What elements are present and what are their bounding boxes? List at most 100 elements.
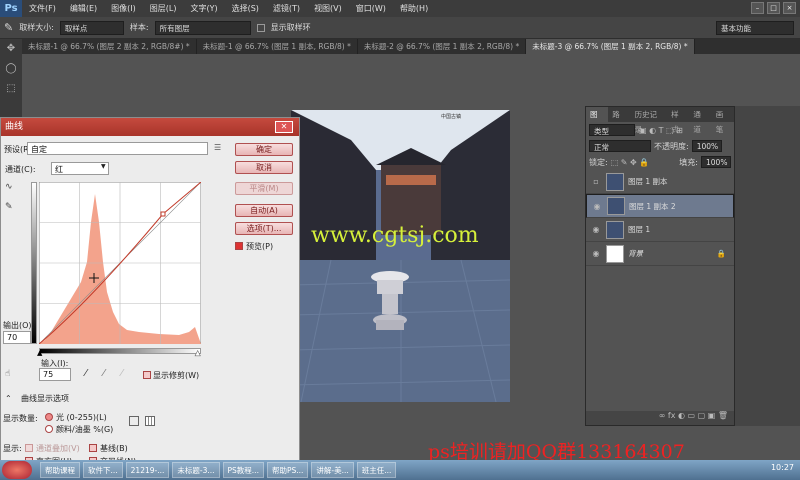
menu-filter[interactable]: 滤镜(T) — [266, 0, 307, 17]
output-field[interactable]: 70 — [3, 331, 31, 344]
preset-select[interactable]: 自定 — [27, 142, 208, 155]
taskbar-item[interactable]: 讲解-美... — [311, 462, 354, 478]
eye-icon[interactable]: ◉ — [590, 249, 602, 258]
tab-brushes[interactable]: 画笔 — [712, 107, 734, 134]
curve-point-tool-icon[interactable]: ∿ — [5, 182, 13, 192]
menu-help[interactable]: 帮助(H) — [393, 0, 435, 17]
layer-kind-select[interactable]: 类型 — [589, 124, 635, 136]
eyedropper-tool-icon[interactable]: ✎ — [4, 21, 13, 34]
input-field[interactable]: 75 — [39, 368, 71, 381]
grid-4x4-icon[interactable] — [129, 416, 139, 426]
menu-bar: Ps 文件(F) 编辑(E) 图像(I) 图层(L) 文字(Y) 选择(S) 滤… — [0, 0, 800, 17]
show-ring-label: 显示取样环 — [270, 23, 311, 32]
channel-overlay-label: 通道叠加(V) — [36, 444, 80, 453]
tab-history[interactable]: 历史记录 — [631, 107, 668, 134]
blend-mode-select[interactable]: 正常 — [589, 140, 651, 152]
tab-channels[interactable]: 通道 — [689, 107, 711, 134]
visibility-off-icon[interactable]: ▫ — [590, 177, 602, 186]
show-ring-checkbox[interactable] — [256, 23, 265, 32]
layer-thumbnail — [606, 220, 624, 239]
minimize-button[interactable]: – — [751, 2, 764, 14]
expand-chevron-icon[interactable]: ⌃ — [5, 394, 12, 403]
taskbar-item[interactable]: 班主任... — [356, 462, 397, 478]
gray-eyedropper-icon[interactable]: ⁄ — [103, 368, 105, 379]
sample-select[interactable]: 所有图层 — [154, 20, 251, 35]
cancel-button[interactable]: 取消 — [235, 161, 293, 174]
taskbar-item[interactable]: 帮助PS... — [266, 462, 309, 478]
curve-point[interactable] — [160, 211, 166, 217]
opacity-field[interactable]: 100% — [691, 140, 722, 152]
grid-10x10-icon[interactable] — [145, 416, 155, 426]
light-radio[interactable] — [45, 413, 53, 421]
taskbar-item[interactable]: 未标题-3... — [172, 462, 220, 478]
preset-options-icon[interactable]: ☰ — [214, 143, 221, 152]
white-eyedropper-icon[interactable]: ⁄ — [121, 368, 123, 379]
curves-graph[interactable] — [39, 182, 201, 344]
options-button[interactable]: 选项(T)... — [235, 222, 293, 235]
taskbar-item[interactable]: 21219-... — [125, 462, 170, 478]
black-eyedropper-icon[interactable]: ⁄ — [85, 368, 87, 379]
maximize-button[interactable]: □ — [767, 2, 780, 14]
eye-icon[interactable]: ◉ — [590, 225, 602, 234]
menu-type[interactable]: 文字(Y) — [183, 0, 224, 17]
photo-watermark-text: www.cgtsj.com — [311, 223, 479, 248]
pencil-tool-icon[interactable]: ✎ — [5, 202, 13, 212]
tab-layers[interactable]: 图层 — [586, 107, 609, 134]
menu-image[interactable]: 图像(I) — [104, 0, 143, 17]
layer-row[interactable]: ◉ 图层 1 — [586, 218, 734, 242]
pigment-radio[interactable] — [45, 425, 53, 433]
black-point-slider[interactable]: ▲ — [37, 349, 42, 357]
sample-size-select[interactable]: 取样点 — [59, 20, 124, 35]
workspace-select[interactable]: 基本功能 — [716, 20, 794, 35]
tab-document-1[interactable]: 未标题-1 @ 66.7% (图层 2 副本 2, RGB/8#) * — [22, 39, 197, 54]
layer-row[interactable]: ◉ 背景 🔒 — [586, 242, 734, 266]
baseline-label: 基线(B) — [100, 444, 128, 453]
photo-caption: 中国古镇 — [441, 113, 461, 120]
channel-overlay-checkbox[interactable] — [25, 444, 33, 452]
tab-document-4[interactable]: 未标题-3 @ 66.7% (图层 1 副本 2, RGB/8) * — [526, 39, 695, 54]
preview-label: 预览(P) — [246, 242, 274, 251]
fill-field[interactable]: 100% — [701, 156, 731, 168]
tab-styles[interactable]: 样式 — [667, 107, 689, 134]
menu-edit[interactable]: 编辑(E) — [63, 0, 104, 17]
collapsed-panels — [735, 106, 800, 426]
close-dialog-button[interactable]: ✕ — [275, 121, 293, 133]
filter-icons[interactable]: ▣ ◐ T ⬚ ⊞ — [639, 126, 683, 135]
taskbar-item[interactable]: PS教程... — [222, 462, 264, 478]
layer-name: 图层 1 — [628, 225, 651, 234]
lock-icons[interactable]: ⬚ ✎ ✥ 🔒 — [611, 158, 650, 167]
hand-adjust-icon[interactable]: ☝ — [5, 369, 10, 379]
canvas-photo[interactable]: www.cgtsj.com 中国古镇 — [291, 110, 510, 402]
channel-label: 通道(C): — [5, 165, 36, 174]
tab-document-2[interactable]: 未标题-1 @ 66.7% (图层 1 副本, RGB/8) * — [197, 39, 358, 54]
town-photo-image: www.cgtsj.com 中国古镇 — [291, 110, 510, 402]
show-amount-label: 显示数量: — [3, 414, 38, 423]
marquee-tool-icon[interactable]: ⬚ — [0, 79, 22, 99]
taskbar-item[interactable]: 帮助课程 — [40, 462, 80, 478]
tab-paths[interactable]: 路径 — [608, 107, 630, 134]
layer-row-selected[interactable]: ◉ 图层 1 副本 2 — [586, 194, 734, 218]
pigment-option-label: 颜料/油墨 %(G) — [56, 425, 114, 434]
close-window-button[interactable]: × — [783, 2, 796, 14]
start-button[interactable] — [2, 461, 32, 479]
layer-actions-bar[interactable]: ∞ fx ◐ ▭ ▢ ▣ 🗑 — [586, 411, 734, 425]
taskbar-item[interactable]: 软件下... — [83, 462, 123, 478]
show-clipping-checkbox[interactable] — [143, 371, 151, 379]
preview-checkbox[interactable] — [235, 242, 243, 250]
curves-title-bar[interactable]: 曲线 ✕ — [1, 118, 299, 136]
menu-layer[interactable]: 图层(L) — [143, 0, 184, 17]
baseline-checkbox[interactable] — [89, 444, 97, 452]
move-tool-icon[interactable]: ✥ — [0, 39, 22, 59]
menu-file[interactable]: 文件(F) — [22, 0, 63, 17]
eye-icon[interactable]: ◉ — [591, 202, 603, 211]
smooth-button[interactable]: 平滑(M) — [235, 182, 293, 195]
menu-select[interactable]: 选择(S) — [225, 0, 266, 17]
layer-row[interactable]: ▫ 图层 1 副本 — [586, 170, 734, 194]
menu-window[interactable]: 窗口(W) — [349, 0, 393, 17]
tab-document-3[interactable]: 未标题-2 @ 66.7% (图层 1 副本 2, RGB/8) * — [358, 39, 527, 54]
ok-button[interactable]: 确定 — [235, 143, 293, 156]
menu-view[interactable]: 视图(V) — [307, 0, 349, 17]
white-point-slider[interactable]: ▲ — [195, 349, 201, 358]
auto-button[interactable]: 自动(A) — [235, 204, 293, 217]
lasso-tool-icon[interactable]: ◯ — [0, 59, 22, 79]
